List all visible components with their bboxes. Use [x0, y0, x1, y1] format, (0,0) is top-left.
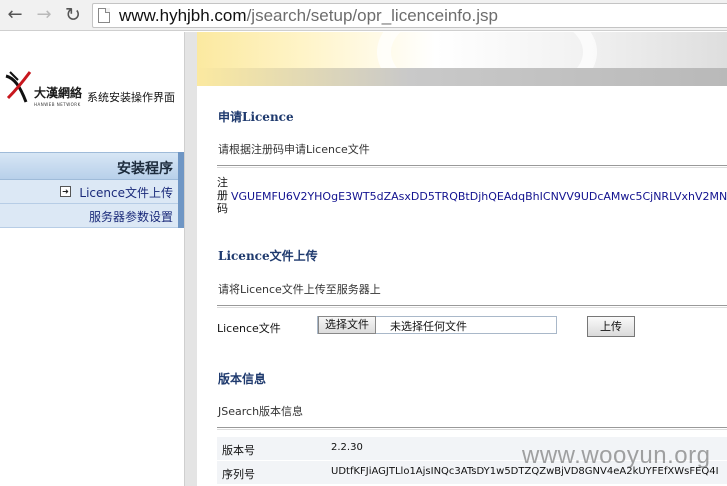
- version-info-title: 版本信息: [218, 372, 267, 386]
- logo-subtitle: HANWEB NETWORK: [34, 102, 81, 107]
- page-icon: [98, 8, 110, 23]
- divider: [217, 305, 727, 308]
- system-title: 系统安装操作界面: [87, 91, 175, 104]
- apply-licence-description: 请根据注册码申请Licence文件: [218, 143, 370, 156]
- divider: [217, 427, 727, 430]
- logo: 大漢網絡 HANWEB NETWORK 系统安装操作界面: [0, 32, 184, 152]
- address-bar[interactable]: www.hyhjbh.com/jsearch/setup/opr_licence…: [92, 3, 727, 28]
- file-status-text: 未选择任何文件: [390, 320, 467, 333]
- serial-key: 序列号: [222, 468, 255, 481]
- choose-file-button[interactable]: 选择文件: [318, 316, 376, 334]
- url-text[interactable]: www.hyhjbh.com/jsearch/setup/opr_licence…: [119, 6, 498, 26]
- version-key: 版本号: [222, 444, 255, 457]
- url-host: www.hyhjbh.com: [119, 6, 247, 25]
- sidebar-item-server-settings[interactable]: 服务器参数设置: [0, 204, 184, 228]
- banner-strip: [197, 68, 727, 86]
- header-banner: [197, 32, 727, 86]
- version-info-description: JSearch版本信息: [218, 405, 304, 418]
- menu-header-label: 安装程序: [117, 161, 173, 177]
- arrow-right-box-icon: ➜: [60, 186, 71, 197]
- reg-code-label: 注册码: [217, 176, 228, 215]
- sidebar-item-label[interactable]: Licence文件上传: [79, 184, 173, 201]
- version-value: 2.2.30: [331, 442, 363, 453]
- menu-header: 安装程序: [0, 152, 184, 180]
- sidebar-divider: [184, 32, 197, 486]
- upload-licence-description: 请将Licence文件上传至服务器上: [218, 283, 381, 296]
- sidebar-item-licence-upload[interactable]: ➜ Licence文件上传: [0, 180, 184, 204]
- main-content: 申请Licence 请根据注册码申请Licence文件 注册码 VGUEMFU6…: [197, 86, 727, 486]
- hanweb-logo-icon: [5, 71, 32, 103]
- apply-licence-title: 申请Licence: [218, 110, 294, 124]
- upload-button[interactable]: 上传: [587, 316, 635, 337]
- licence-file-input[interactable]: 选择文件 未选择任何文件: [317, 316, 557, 334]
- divider: [217, 165, 727, 168]
- sidebar: 大漢網絡 HANWEB NETWORK 系统安装操作界面 安装程序 ➜ Lice…: [0, 32, 184, 486]
- sidebar-item-label[interactable]: 服务器参数设置: [89, 208, 173, 225]
- reg-code-value: VGUEMFU6V2YHOgE3WT5dZAsxDD5TRQBtDjhQEAdq…: [231, 190, 727, 203]
- licence-file-label: Licence文件: [217, 322, 281, 335]
- browser-toolbar: ← → ↻ www.hyhjbh.com/jsearch/setup/opr_l…: [0, 0, 727, 31]
- reload-icon[interactable]: ↻: [62, 4, 84, 26]
- upload-licence-title: Licence文件上传: [218, 249, 318, 263]
- back-arrow-icon[interactable]: ←: [4, 4, 26, 26]
- forward-arrow-icon[interactable]: →: [33, 4, 55, 26]
- url-path: /jsearch/setup/opr_licenceinfo.jsp: [246, 6, 498, 25]
- watermark-text: www.wooyun.org: [522, 442, 711, 469]
- logo-brand: 大漢網絡: [34, 86, 83, 100]
